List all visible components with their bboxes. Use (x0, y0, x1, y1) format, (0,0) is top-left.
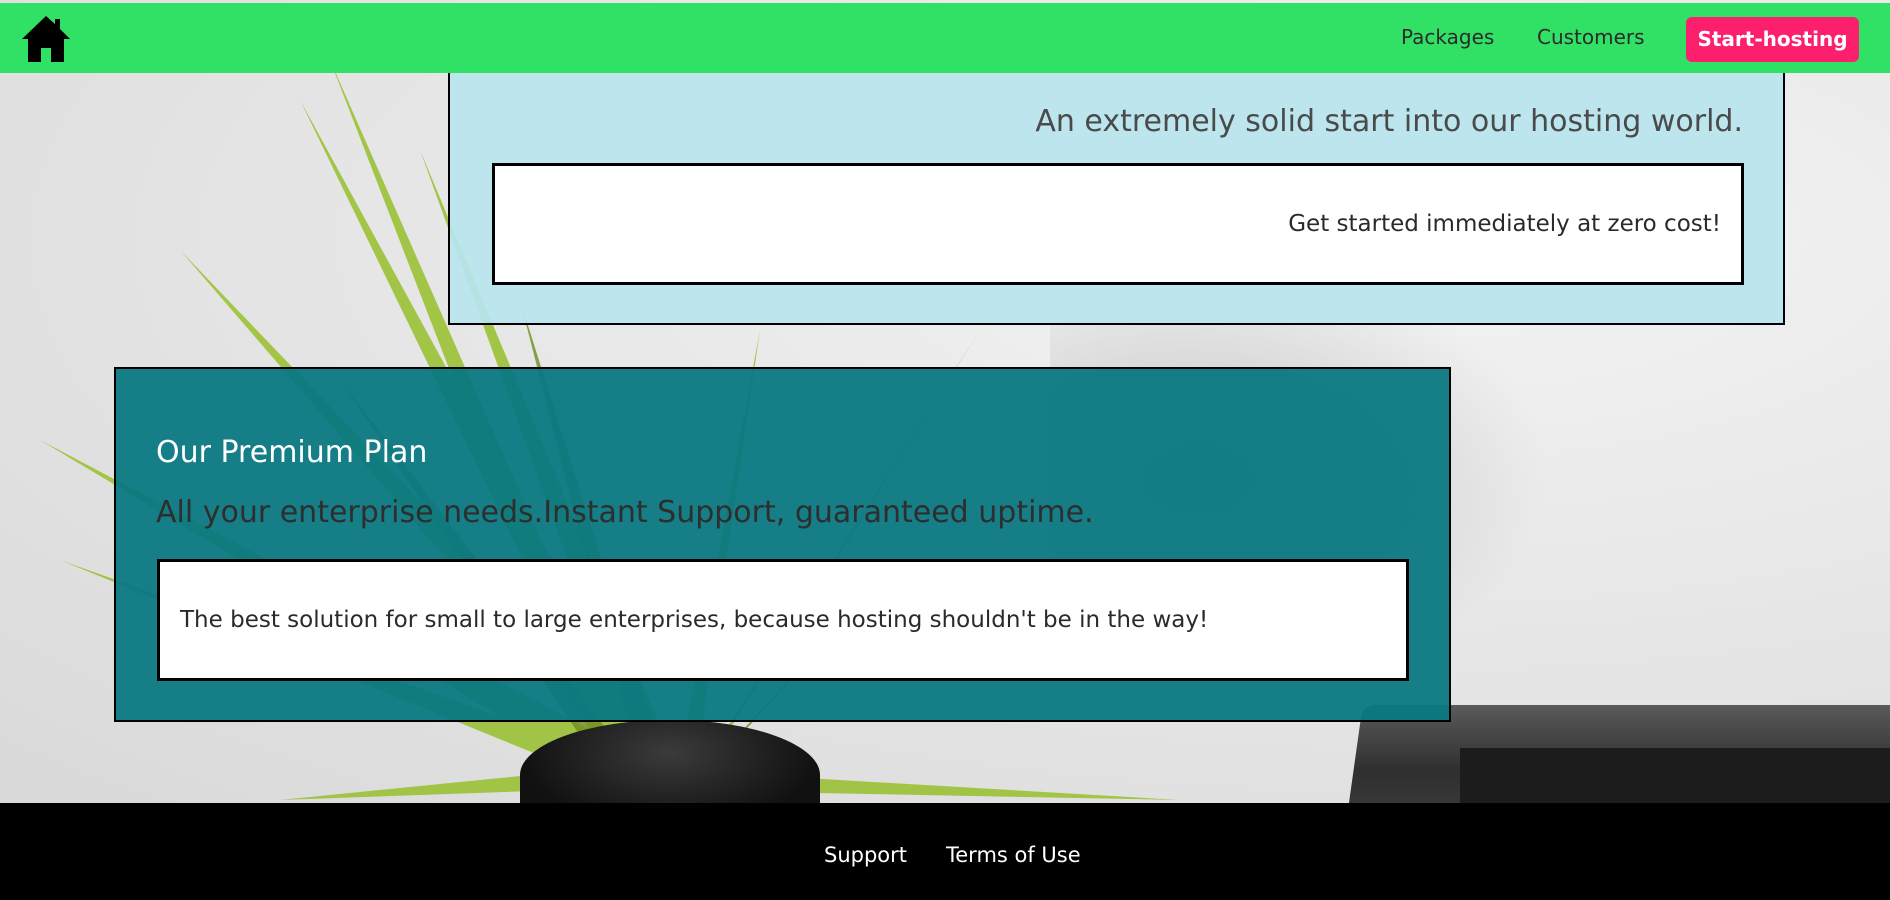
footer: Support Terms of Use (0, 803, 1890, 900)
free-plan-description-box: Get started immediately at zero cost! (492, 163, 1744, 285)
laptop-screen (1460, 748, 1890, 803)
free-plan-tagline: An extremely solid start into our hostin… (1035, 104, 1743, 139)
premium-plan-tagline: All your enterprise needs.Instant Suppor… (156, 495, 1094, 530)
premium-plan-title: Our Premium Plan (156, 435, 428, 470)
footer-support-link[interactable]: Support (824, 843, 907, 867)
top-navbar: Packages Customers Start-hosting (0, 3, 1890, 73)
nav-customers-link[interactable]: Customers (1537, 25, 1645, 49)
home-icon[interactable] (20, 13, 72, 65)
start-hosting-button[interactable]: Start-hosting (1686, 17, 1859, 62)
premium-plan-card: Our Premium Plan All your enterprise nee… (114, 367, 1451, 722)
footer-terms-link[interactable]: Terms of Use (946, 843, 1081, 867)
free-plan-description: Get started immediately at zero cost! (1288, 211, 1721, 237)
premium-plan-description: The best solution for small to large ent… (180, 607, 1209, 633)
premium-plan-description-box: The best solution for small to large ent… (157, 559, 1409, 681)
free-plan-card: An extremely solid start into our hostin… (448, 50, 1785, 325)
nav-packages-link[interactable]: Packages (1401, 25, 1494, 49)
